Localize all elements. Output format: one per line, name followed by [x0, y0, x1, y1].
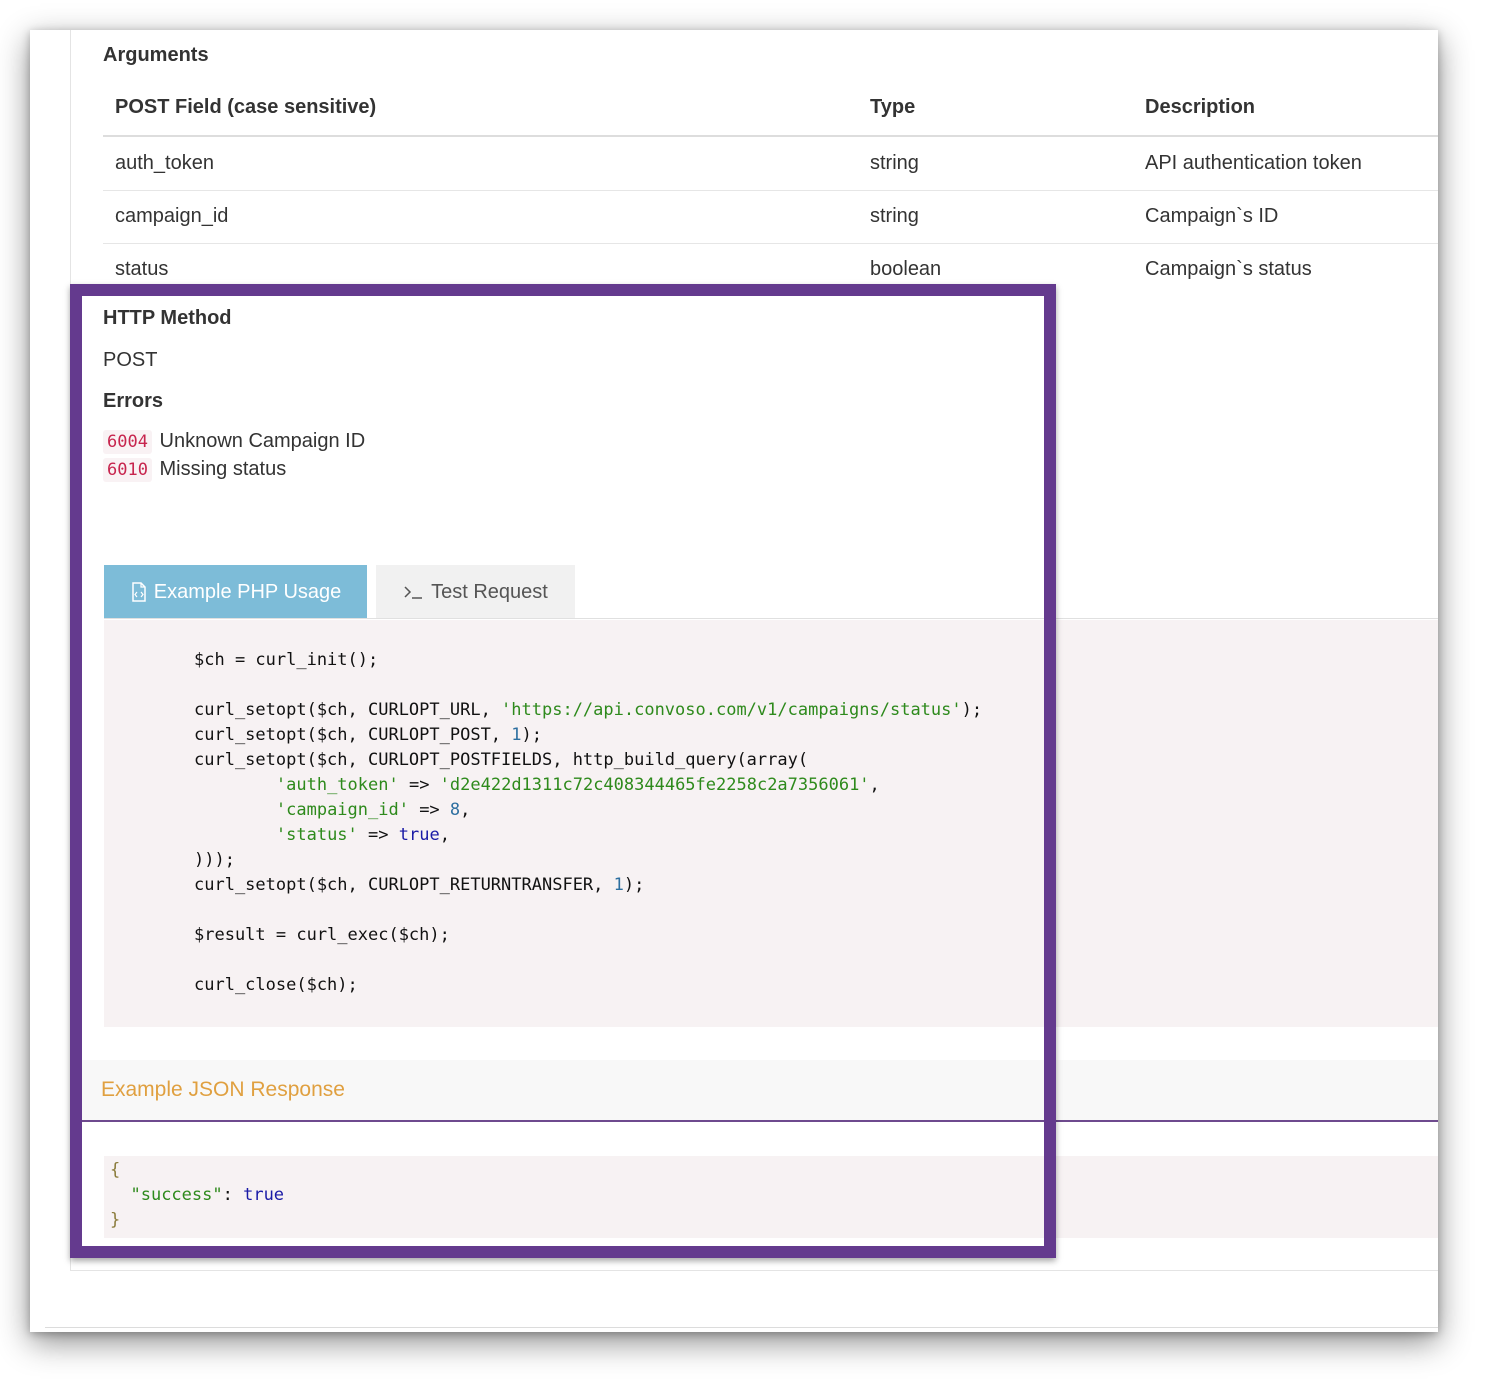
table-row-rule: [103, 190, 1438, 191]
php-code-block: $ch = curl_init(); curl_setopt($ch, CURL…: [104, 620, 1438, 1027]
tabs-rule: [104, 618, 1438, 619]
tab-example-php-usage[interactable]: Example PHP Usage: [104, 565, 367, 619]
table-cell-type: string: [870, 205, 919, 227]
column-header-field: POST Field (case sensitive): [115, 96, 377, 118]
tab-label: Test Request: [431, 580, 548, 603]
error-item: 6004 Unknown Campaign ID: [103, 430, 365, 454]
column-header-description: Description: [1145, 96, 1256, 118]
table-cell-field: auth_token: [115, 152, 214, 174]
table-row-rule: [103, 243, 1438, 244]
table-cell-description: Campaign`s ID: [1145, 205, 1279, 227]
error-code: 6004: [103, 430, 152, 454]
error-item: 6010 Missing status: [103, 458, 286, 482]
json-code: { "success": true }: [110, 1160, 285, 1230]
php-code: $ch = curl_init(); curl_setopt($ch, CURL…: [194, 650, 983, 995]
error-code: 6010: [103, 458, 152, 482]
arguments-heading: Arguments: [103, 44, 209, 66]
table-cell-field: campaign_id: [115, 205, 229, 227]
api-doc-page: Arguments POST Field (case sensitive) Ty…: [30, 30, 1438, 1332]
json-code-block: { "success": true }: [104, 1156, 1438, 1238]
column-header-type: Type: [870, 96, 916, 118]
footer-rule: [70, 1270, 1438, 1271]
table-header-rule: [103, 135, 1438, 137]
table-cell-type: string: [870, 152, 919, 174]
json-response-rule: [80, 1120, 1438, 1122]
table-cell-description: Campaign`s status: [1145, 258, 1312, 280]
footer-rule: [45, 1327, 1438, 1328]
error-message: Unknown Campaign ID: [159, 430, 366, 452]
errors-heading: Errors: [103, 390, 164, 412]
table-cell-type: boolean: [870, 258, 942, 280]
http-method-value: POST: [103, 349, 158, 371]
table-cell-field: status: [115, 258, 169, 280]
table-cell-description: API authentication token: [1145, 152, 1362, 174]
tab-test-request[interactable]: Test Request: [376, 565, 575, 619]
terminal-icon: [404, 586, 423, 599]
error-message: Missing status: [159, 458, 287, 480]
tab-label: Example PHP Usage: [153, 580, 342, 603]
json-response-title: Example JSON Response: [101, 1078, 345, 1101]
http-method-heading: HTTP Method: [103, 307, 232, 329]
file-code-icon: [132, 582, 146, 602]
